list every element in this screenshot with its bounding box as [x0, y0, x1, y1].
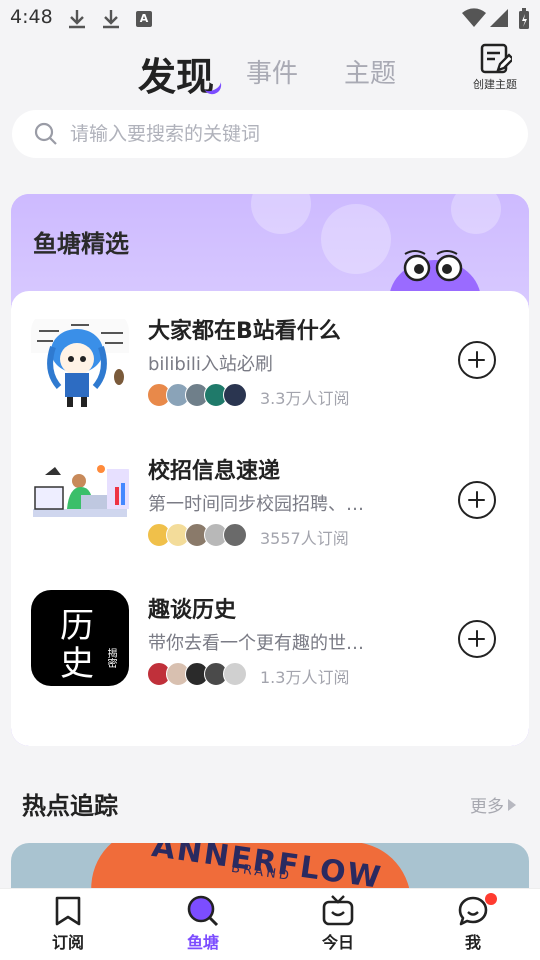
nav-label: 我	[464, 933, 481, 952]
status-bar: 4:48 A	[0, 0, 540, 40]
topic-name: 校招信息速递	[148, 459, 281, 484]
tab-events[interactable]: 事件	[246, 53, 298, 90]
nav-label: 今日	[321, 933, 354, 952]
subscriber-count: 1.3万人订阅	[260, 668, 350, 687]
topic-row[interactable]: 校招信息速递 第一时间同步校园招聘、… 3557人订阅	[11, 431, 529, 551]
topic-name: 大家都在B站看什么	[148, 319, 341, 344]
avatar	[223, 383, 247, 407]
create-topic-label: 创建主题	[473, 78, 517, 91]
nav-label: 鱼塘	[186, 933, 219, 952]
nav-label: 订阅	[51, 933, 84, 952]
nav-item-today[interactable]: 今日	[298, 895, 378, 953]
subscriber-count: 3557人订阅	[260, 529, 349, 548]
logo-seal: 揭密	[105, 648, 116, 668]
topic-description: 第一时间同步校园招聘、…	[148, 494, 364, 515]
chat-icon	[433, 895, 513, 927]
topic-name: 趣谈历史	[148, 598, 237, 623]
status-time: 4:48	[10, 6, 53, 28]
featured-topic-list: 大家都在B站看什么 bilibili入站必刷 3.3万人订阅 校招信息速递 第一…	[11, 291, 529, 746]
topic-description: 带你去看一个更有趣的世…	[148, 633, 364, 654]
bookmark-icon	[28, 895, 108, 927]
wifi-icon	[462, 8, 486, 34]
topic-description: bilibili入站必刷	[148, 354, 273, 375]
topic-thumbnail	[31, 311, 129, 407]
chevron-right-icon	[508, 799, 516, 811]
planet-decoration	[451, 194, 501, 234]
nav-item-subscribe[interactable]: 订阅	[28, 895, 108, 953]
tv-icon	[298, 895, 378, 927]
topic-thumbnail	[31, 451, 129, 547]
featured-title: 鱼塘精选	[33, 230, 129, 258]
subscribe-button[interactable]	[458, 341, 496, 379]
search-icon	[34, 122, 58, 150]
history-logo: 历 史 揭密	[31, 590, 129, 686]
create-topic-button[interactable]: 创建主题	[468, 42, 522, 92]
tab-topics[interactable]: 主题	[344, 53, 396, 90]
search-icon	[163, 895, 243, 927]
download-icon	[66, 8, 88, 36]
planet-decoration	[321, 204, 391, 274]
nav-item-fishpond[interactable]: 鱼塘	[163, 895, 243, 953]
battery-icon	[518, 8, 530, 36]
topic-row[interactable]: 历 史 揭密 趣谈历史 带你去看一个更有趣的世… 1.3万人订阅	[11, 570, 529, 690]
signal-icon	[490, 8, 508, 34]
more-link[interactable]: 更多	[470, 792, 516, 817]
a-icon: A	[136, 11, 152, 27]
planet-decoration	[251, 194, 311, 234]
search-input[interactable]	[70, 110, 510, 158]
top-tabs: 发现 事件 主题 创建主题	[0, 40, 540, 104]
logo-char: 史	[60, 644, 94, 684]
nav-item-me[interactable]: 我	[433, 893, 513, 953]
edit-note-icon	[468, 42, 522, 76]
section-title-hot: 热点追踪	[22, 792, 118, 820]
tab-discover[interactable]: 发现	[138, 46, 214, 101]
featured-card: 鱼塘精选 大家都在B站看什么 bilibili入站必刷 3.3万人订阅 校招信息…	[11, 194, 529, 746]
download-icon	[100, 8, 122, 36]
subscriber-count: 3.3万人订阅	[260, 389, 350, 408]
topic-row[interactable]: 大家都在B站看什么 bilibili入站必刷 3.3万人订阅	[11, 291, 529, 411]
notification-badge	[485, 893, 497, 905]
search-bar[interactable]	[12, 110, 528, 158]
subscribe-button[interactable]	[458, 481, 496, 519]
avatar	[223, 662, 247, 686]
avatar	[223, 523, 247, 547]
bottom-nav: 订阅 鱼塘 今日 我	[0, 888, 540, 960]
more-label: 更多	[470, 797, 504, 817]
subscribe-button[interactable]	[458, 620, 496, 658]
